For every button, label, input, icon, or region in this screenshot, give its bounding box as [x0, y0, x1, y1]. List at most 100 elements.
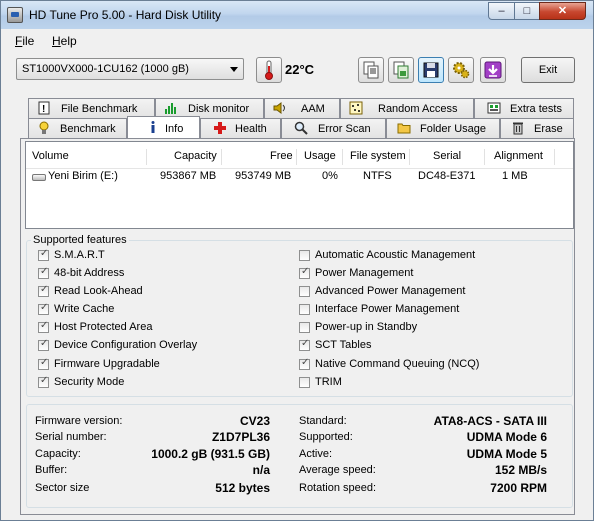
menu-file[interactable]: File	[15, 34, 34, 48]
column-header-volume[interactable]: Volume	[32, 150, 69, 162]
tab-info[interactable]: Info	[127, 116, 200, 138]
volume-usage: 0%	[322, 170, 338, 182]
tab-extra-tests[interactable]: Extra tests	[474, 98, 574, 118]
column-header-capacity[interactable]: Capacity	[174, 150, 217, 162]
tab-label: File Benchmark	[61, 103, 138, 115]
checkbox[interactable]: ✓	[38, 357, 49, 370]
checkbox[interactable]: ✓	[38, 266, 49, 279]
copy-icon	[363, 61, 379, 79]
supported-features-group	[26, 240, 573, 397]
column-divider	[342, 149, 343, 165]
column-divider	[146, 149, 147, 165]
checkbox[interactable]: ✓	[38, 248, 49, 261]
checkbox[interactable]	[299, 250, 310, 261]
floppy-disk-icon	[423, 62, 439, 78]
checkbox[interactable]	[299, 377, 310, 388]
save-button[interactable]	[418, 57, 444, 83]
temperature-button[interactable]	[256, 57, 282, 83]
average-speed-label: Average speed:	[299, 464, 376, 476]
tab-erase[interactable]: Erase	[500, 118, 574, 138]
column-header-free[interactable]: Free	[270, 150, 293, 162]
checkbox[interactable]: ✓	[38, 375, 49, 388]
checkmark-icon: ✓	[40, 357, 49, 368]
checkmark-icon: ✓	[40, 375, 49, 386]
tab-file-benchmark[interactable]: ! File Benchmark	[28, 98, 155, 118]
supported-mode-value: UDMA Mode 6	[466, 430, 547, 444]
feature-label: TRIM	[315, 376, 342, 388]
download-button[interactable]	[480, 57, 506, 83]
checkmark-icon: ✓	[40, 248, 49, 259]
copy-screenshot-button[interactable]	[388, 57, 414, 83]
tab-error-scan[interactable]: Error Scan	[281, 118, 386, 138]
checkbox[interactable]: ✓	[299, 357, 310, 370]
feature-label: Advanced Power Management	[315, 285, 466, 297]
table-row[interactable]: Yeni Birim (E:) 953867 MB 953749 MB 0% N…	[26, 170, 573, 186]
sector-size-value: 512 bytes	[215, 481, 270, 495]
column-header-alignment[interactable]: Alignment	[494, 150, 543, 162]
checkbox[interactable]	[299, 286, 310, 297]
benchmark-icon	[39, 121, 49, 134]
checkbox[interactable]: ✓	[38, 338, 49, 351]
exit-button[interactable]: Exit	[521, 57, 575, 83]
tab-folder-usage[interactable]: Folder Usage	[386, 118, 500, 138]
column-header-usage[interactable]: Usage	[304, 150, 336, 162]
average-speed-value: 152 MB/s	[494, 463, 547, 477]
checkbox[interactable]: ✓	[38, 302, 49, 315]
checkmark-icon: ✓	[301, 357, 310, 368]
info-icon	[151, 121, 155, 133]
checkmark-icon: ✓	[40, 302, 49, 313]
drive-select-value: ST1000VX000-1CU162 (1000 gB)	[22, 63, 189, 75]
tab-label: Health	[235, 123, 267, 135]
checkbox[interactable]: ✓	[38, 320, 49, 333]
tab-label: Erase	[534, 123, 563, 135]
volume-list[interactable]: Volume Capacity Free Usage File system S…	[25, 141, 574, 229]
checkbox[interactable]: ✓	[299, 266, 310, 279]
tab-label: Random Access	[378, 103, 458, 115]
window-title: HD Tune Pro 5.00 - Hard Disk Utility	[29, 8, 222, 22]
temperature-value: 22°C	[285, 62, 315, 77]
minimize-button[interactable]: –	[488, 2, 515, 20]
options-button[interactable]	[448, 57, 474, 83]
copy-info-button[interactable]	[358, 57, 384, 83]
checkbox[interactable]: ✓	[299, 338, 310, 351]
tab-benchmark[interactable]: Benchmark	[28, 118, 127, 138]
feature-label: Host Protected Area	[54, 321, 153, 333]
feature-label: Security Mode	[54, 376, 125, 388]
download-icon	[484, 61, 502, 79]
tab-disk-monitor[interactable]: Disk monitor	[155, 98, 264, 118]
extra-tests-icon	[487, 102, 501, 114]
volume-free: 953749 MB	[235, 170, 292, 182]
column-divider	[296, 149, 297, 165]
disk-monitor-icon	[165, 103, 176, 114]
column-header-serial[interactable]: Serial	[433, 150, 461, 162]
maximize-button[interactable]: □	[514, 2, 540, 20]
random-access-icon	[349, 101, 363, 115]
magnifier-icon	[294, 121, 308, 135]
feature-label: S.M.A.R.T	[54, 249, 105, 261]
volume-serial: DC48-E371	[418, 170, 476, 182]
column-divider	[554, 149, 555, 165]
tab-label: Folder Usage	[420, 123, 487, 135]
tab-label: AAM	[301, 103, 325, 115]
checkmark-icon: ✓	[40, 266, 49, 277]
close-button[interactable]: ✕	[539, 2, 586, 20]
column-divider	[484, 149, 485, 165]
checkmark-icon: ✓	[301, 338, 310, 349]
checkbox[interactable]: ✓	[38, 284, 49, 297]
svg-text:!: !	[42, 104, 45, 115]
tab-random-access[interactable]: Random Access	[340, 98, 474, 118]
menu-file-label: ile	[22, 34, 35, 48]
thermometer-icon	[265, 60, 273, 80]
tab-label: Error Scan	[318, 123, 371, 135]
checkbox[interactable]	[299, 322, 310, 333]
tab-health[interactable]: Health	[200, 118, 281, 138]
checkbox[interactable]	[299, 304, 310, 315]
gears-icon	[453, 62, 470, 79]
drive-select[interactable]: ST1000VX000-1CU162 (1000 gB)	[16, 58, 244, 80]
menu-help[interactable]: Help	[52, 34, 77, 48]
tab-aam[interactable]: AAM	[264, 98, 340, 118]
feature-label: Power-up in Standby	[315, 321, 418, 333]
capacity-label: Capacity:	[35, 448, 81, 460]
volume-file-system: NTFS	[363, 170, 392, 182]
column-header-file-system[interactable]: File system	[350, 150, 406, 162]
